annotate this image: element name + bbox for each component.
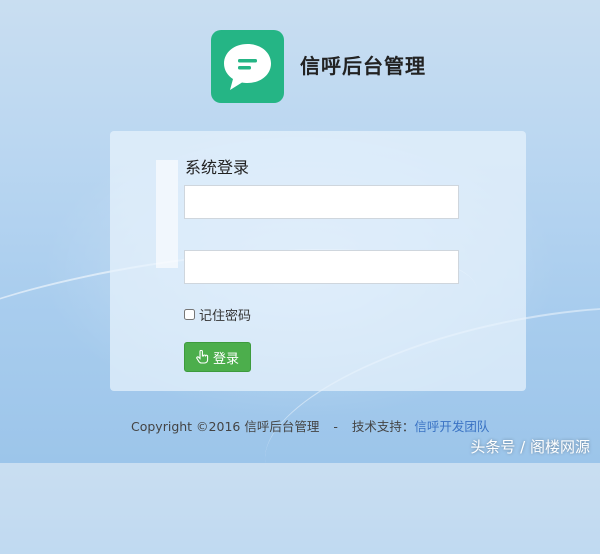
copyright-text: Copyright ©2016 信呼后台管理 — [131, 419, 320, 434]
app-title: 信呼后台管理 — [300, 54, 426, 78]
password-input[interactable] — [184, 250, 459, 284]
remember-password-label: 记住密码 — [199, 309, 252, 324]
panel-decoration — [156, 160, 178, 268]
footer-separator: - — [333, 419, 338, 434]
support-label: 技术支持： — [351, 419, 415, 434]
login-button-label: 登录 — [212, 351, 239, 367]
remember-password[interactable]: 记住密码 — [184, 305, 251, 324]
chat-bubble-icon — [211, 30, 284, 103]
footer: Copyright ©2016 信呼后台管理 - 技术支持：信呼开发团队 — [131, 416, 489, 435]
watermark-text: 头条号 / 阁楼网源 — [470, 438, 590, 456]
username-input[interactable] — [184, 185, 459, 219]
remember-password-checkbox[interactable] — [184, 309, 195, 320]
login-button[interactable]: 登录 — [184, 342, 251, 372]
login-form-title: 系统登录 — [185, 158, 250, 177]
support-link[interactable]: 信呼开发团队 — [414, 419, 489, 434]
hand-pointer-icon — [196, 349, 209, 364]
